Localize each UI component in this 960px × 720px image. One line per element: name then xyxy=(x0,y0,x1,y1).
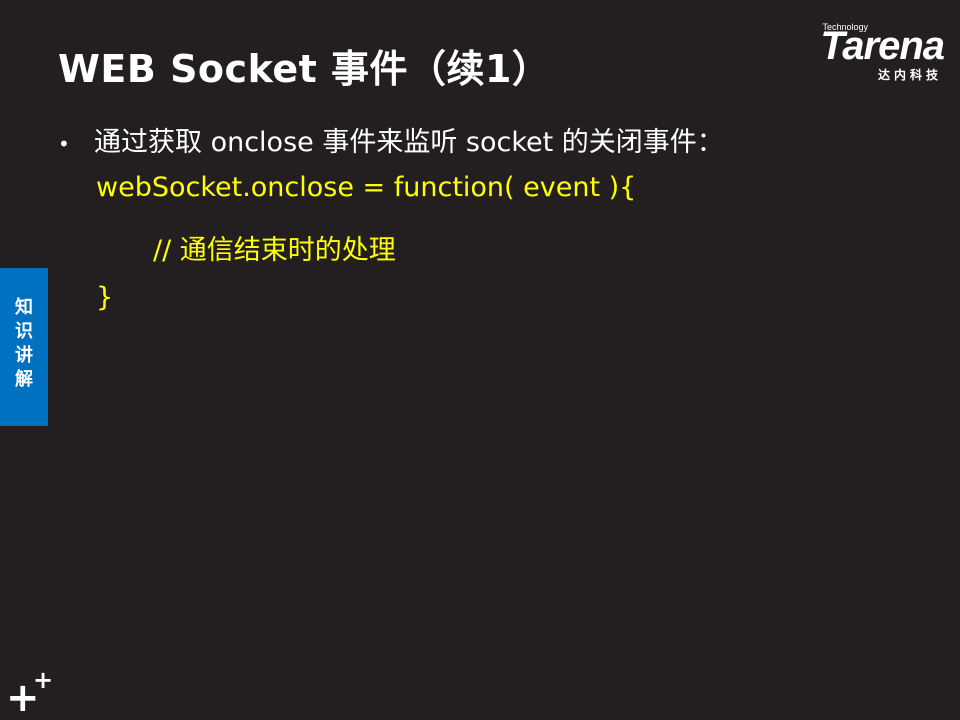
plus-small-icon: + xyxy=(33,666,54,694)
bullet-text: 通过获取 onclose 事件来监听 socket 的关闭事件： xyxy=(94,127,724,158)
code-line-3: } xyxy=(96,282,114,313)
side-tab-char: 识 xyxy=(15,321,33,342)
code-line-1: webSocket.onclose = function( event ){ xyxy=(96,172,637,203)
knowledge-tab: 知 识 讲 解 xyxy=(0,268,48,426)
slide: WEB Socket 事件（续1） Technology Tarena 达内科技… xyxy=(0,0,960,720)
logo-chinese: 达内科技 xyxy=(877,68,942,82)
bullet-item: • 通过获取 onclose 事件来监听 socket 的关闭事件： xyxy=(58,120,724,159)
bullet-marker: • xyxy=(58,131,70,156)
code-line-2: // 通信结束时的处理 xyxy=(153,235,396,266)
side-tab-char: 讲 xyxy=(15,345,33,366)
side-tab-char: 知 xyxy=(15,297,33,318)
side-tab-char: 解 xyxy=(15,369,33,390)
tarena-logo: Technology Tarena 达内科技 xyxy=(779,22,945,84)
slide-title: WEB Socket 事件（续1） xyxy=(58,47,551,91)
logo-brand: Tarena xyxy=(820,24,945,68)
